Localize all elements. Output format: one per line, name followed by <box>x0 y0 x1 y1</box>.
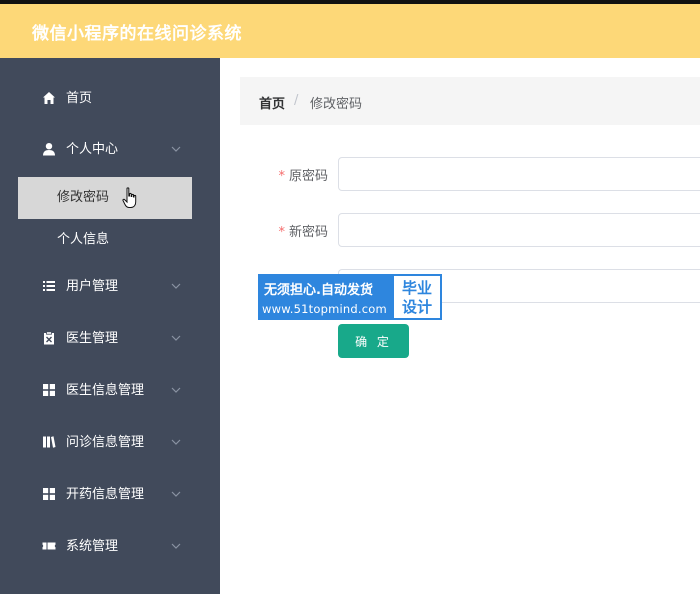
sidebar-item-doctor-info-management[interactable]: 医生信息管理 <box>0 376 220 406</box>
sidebar-item-label: 个人中心 <box>66 142 119 157</box>
ticket-icon <box>42 542 56 550</box>
watermark-tag-line1: 毕业 <box>401 279 432 297</box>
required-mark: * <box>278 169 285 184</box>
watermark-badge: 无须担心.自动发货 www.51topmind.com 毕业 设计 <box>258 274 442 320</box>
watermark-slogan: 无须担心.自动发货 <box>264 283 373 298</box>
sidebar-item-doctor-management[interactable]: 医生管理 <box>0 324 220 354</box>
chevron-down-icon <box>171 387 181 393</box>
watermark-banner: 无须担心.自动发货 www.51topmind.com <box>258 274 392 320</box>
sidebar-subitem-label: 个人信息 <box>57 232 110 247</box>
sidebar-item-system-management[interactable]: 系统管理 <box>0 532 220 562</box>
sidebar-item-label: 医生管理 <box>66 331 119 346</box>
sidebar-item-label: 开药信息管理 <box>66 487 145 502</box>
watermark-tag-line2: 设计 <box>401 298 432 316</box>
sidebar-item-user-management[interactable]: 用户管理 <box>0 272 220 302</box>
sidebar-subitem-label: 修改密码 <box>57 190 110 205</box>
sidebar-item-prescription-info-management[interactable]: 开药信息管理 <box>0 480 220 510</box>
chevron-down-icon <box>171 543 181 549</box>
new-password-input[interactable] <box>338 213 700 247</box>
required-mark: * <box>278 225 285 240</box>
sidebar-item-label: 首页 <box>66 91 93 106</box>
sidebar-item-consultation-info-management[interactable]: 问诊信息管理 <box>0 428 220 458</box>
sidebar-item-label: 医生信息管理 <box>66 383 145 398</box>
old-password-label: * 原密码 <box>268 165 328 184</box>
home-icon <box>43 92 55 104</box>
sidebar-subitem-change-password[interactable]: 修改密码 <box>18 177 192 219</box>
sidebar-item-label: 系统管理 <box>66 539 119 554</box>
clipboard-icon <box>44 331 54 345</box>
app-header: 微信小程序的在线问诊系统 <box>0 4 700 58</box>
book-icon <box>43 436 56 448</box>
chevron-down-icon <box>171 146 181 152</box>
main-content <box>220 58 700 594</box>
app-title: 微信小程序的在线问诊系统 <box>32 24 242 44</box>
new-password-label: * 新密码 <box>268 221 328 240</box>
list-icon <box>43 281 55 291</box>
breadcrumb-home[interactable]: 首页 <box>259 93 285 112</box>
watermark-tag: 毕业 设计 <box>392 274 442 320</box>
watermark-url: www.51topmind.com <box>262 302 387 316</box>
breadcrumb-current: 修改密码 <box>310 97 363 112</box>
chevron-down-icon <box>171 283 181 289</box>
hand-cursor-icon <box>122 187 137 208</box>
grid-icon <box>43 488 55 500</box>
sidebar: 首页 个人中心 修改密码 个人信息 用户管理 医生管理 医生信息管理 问诊信息管… <box>0 58 220 594</box>
sidebar-item-label: 用户管理 <box>66 279 119 294</box>
chevron-down-icon <box>171 335 181 341</box>
sidebar-item-personal-center[interactable]: 个人中心 <box>0 135 220 165</box>
breadcrumb-separator: / <box>294 93 299 108</box>
breadcrumb: 首页 / 修改密码 <box>240 77 700 125</box>
old-password-label-text: 原密码 <box>288 169 328 184</box>
old-password-input[interactable] <box>338 157 700 191</box>
grid-icon <box>43 384 55 396</box>
sidebar-item-label: 问诊信息管理 <box>66 435 145 450</box>
user-icon <box>43 143 55 156</box>
chevron-down-icon <box>171 439 181 445</box>
chevron-down-icon <box>171 491 181 497</box>
sidebar-subitem-personal-info[interactable]: 个人信息 <box>18 219 192 261</box>
confirm-button[interactable]: 确 定 <box>338 324 409 358</box>
sidebar-item-home[interactable]: 首页 <box>0 84 220 114</box>
new-password-label-text: 新密码 <box>288 225 328 240</box>
